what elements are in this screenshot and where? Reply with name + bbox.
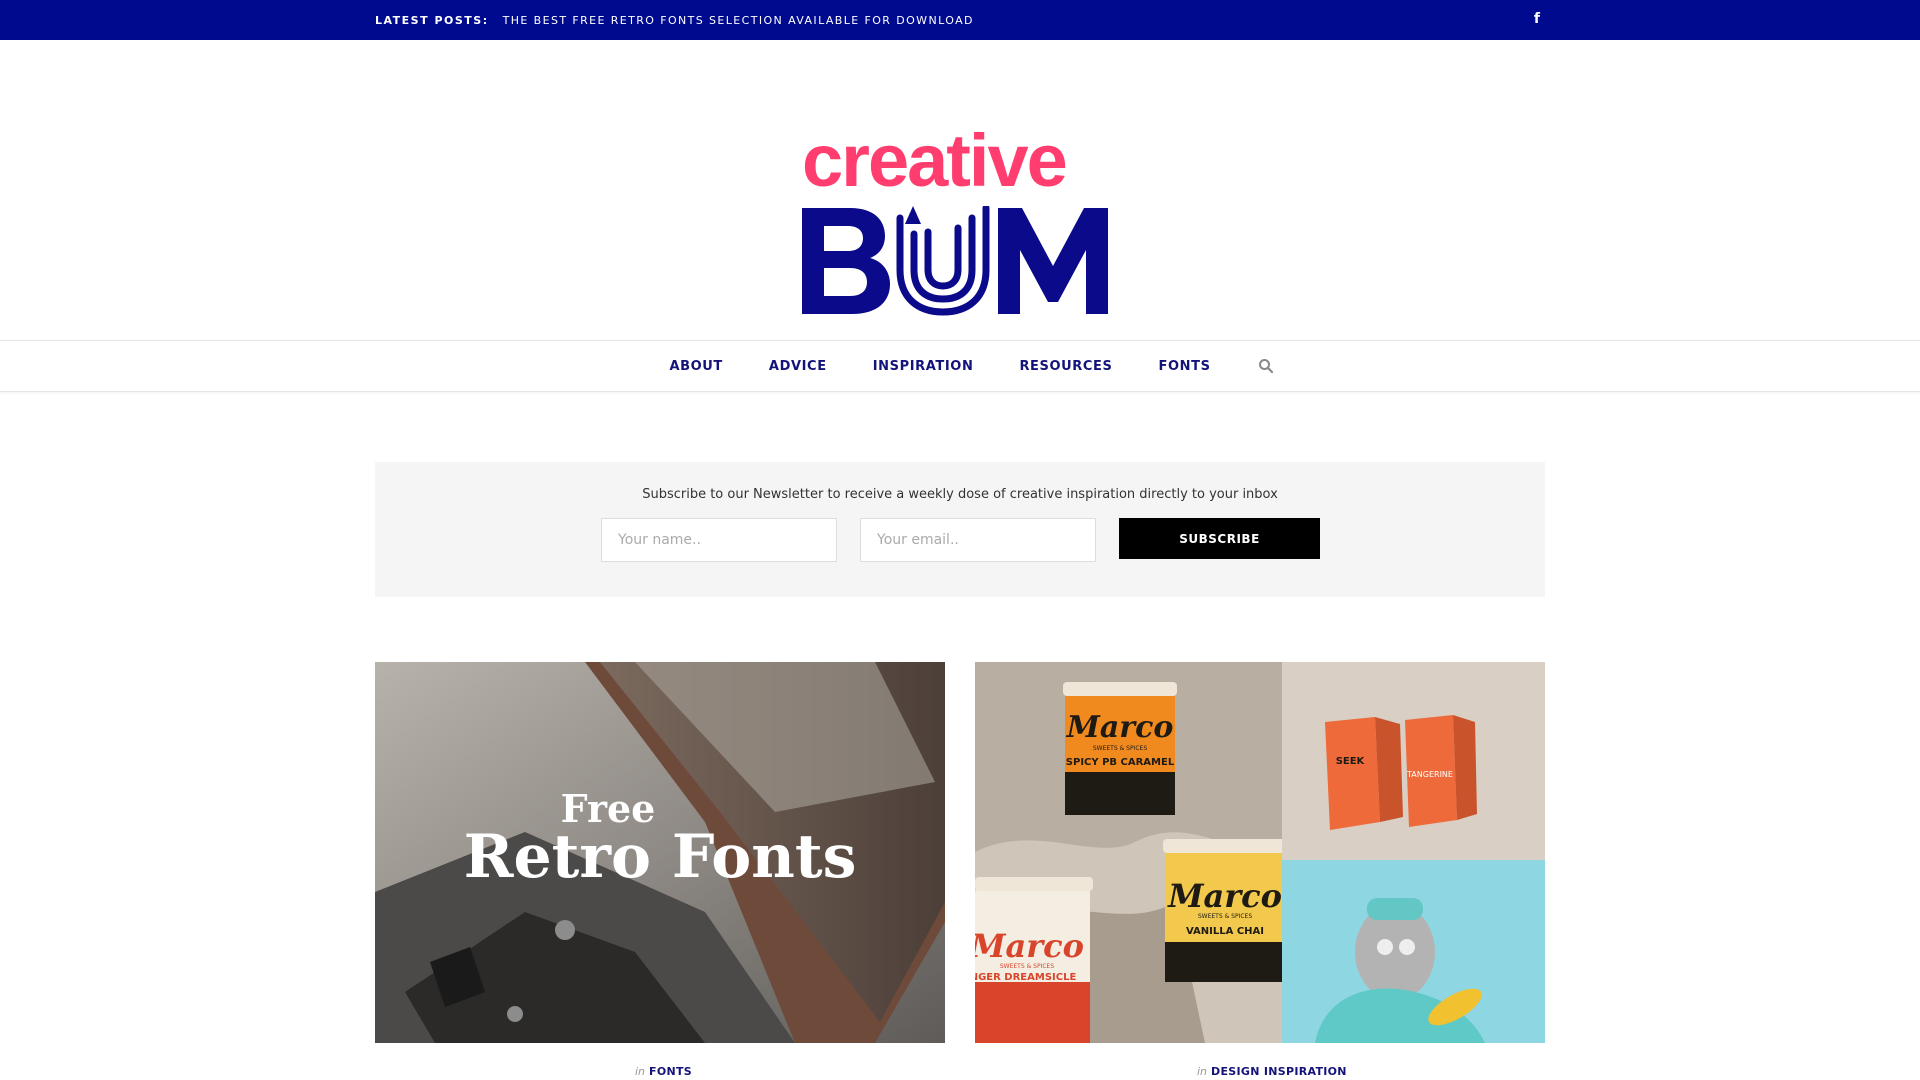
tub-flavor-3: NGER DREAMSICLE (975, 972, 1076, 983)
tub-brand-1: Marco (1066, 710, 1174, 745)
logo-creative-text: creative (802, 119, 1068, 202)
post-category-2: in DESIGN INSPIRATION (1197, 1065, 1347, 1078)
image-text-retro-fonts: Retro Fonts (464, 822, 857, 892)
latest-posts-label: Latest Posts: (375, 13, 489, 27)
newsletter-text: Subscribe to our Newsletter to receive a… (642, 487, 1278, 502)
latest-post-link[interactable]: The Best Free Retro Fonts Selection Avai… (503, 14, 974, 27)
main-nav: ABOUT ADVICE INSPIRATION RESOURCES FONTS (0, 340, 1920, 392)
tub-brand-3: Marco (975, 927, 1084, 965)
nav-item-advice[interactable]: ADVICE (769, 359, 827, 374)
category-link-design-inspiration[interactable]: DESIGN INSPIRATION (1211, 1065, 1347, 1078)
tub-flavor-2: VANILLA CHAI (1186, 926, 1264, 937)
nav-item-inspiration[interactable]: INSPIRATION (873, 359, 974, 374)
logo-bum-mark (802, 206, 1108, 316)
tub-sub-2: SWEETS & SPICES (1198, 913, 1252, 920)
site-logo[interactable]: creative (802, 124, 1122, 336)
search-icon[interactable] (1258, 358, 1274, 374)
tub-brand-2: Marco (1167, 877, 1282, 915)
nav-item-about[interactable]: ABOUT (669, 359, 722, 374)
newsletter-box: Subscribe to our Newsletter to receive a… (375, 462, 1545, 597)
tub-sub-3: SWEETS & SPICES (1000, 963, 1054, 970)
top-bar: Latest Posts: The Best Free Retro Fonts … (0, 0, 1920, 40)
carton-brand: SEEK (1336, 756, 1366, 767)
nav-item-resources[interactable]: RESOURCES (1019, 359, 1112, 374)
category-link-fonts[interactable]: FONTS (649, 1065, 692, 1078)
post-card-retro-fonts[interactable]: Free Retro Fonts (375, 662, 945, 1043)
facebook-icon[interactable]: f (1534, 11, 1540, 27)
newsletter-name-input[interactable] (601, 518, 837, 562)
top-bar-inner: Latest Posts: The Best Free Retro Fonts … (375, 0, 1545, 40)
post-image-retro-fonts: Free Retro Fonts (375, 662, 945, 1043)
subscribe-button[interactable]: SUBSCRIBE (1119, 518, 1320, 559)
post-category-1: in FONTS (635, 1065, 692, 1078)
newsletter-email-input[interactable] (860, 518, 1096, 562)
post-image-design-inspiration: Marco SWEETS & SPICES SPICY PB CARAMEL M… (975, 662, 1545, 1043)
category-in-label-1: in (635, 1065, 646, 1078)
carton-flavor: TANGERINE (1406, 770, 1453, 779)
site-header: creative (0, 40, 1920, 340)
category-in-label-2: in (1197, 1065, 1208, 1078)
nav-item-fonts[interactable]: FONTS (1159, 359, 1211, 374)
post-card-design-inspiration[interactable]: Marco SWEETS & SPICES SPICY PB CARAMEL M… (975, 662, 1545, 1043)
tub-flavor-1: SPICY PB CARAMEL (1066, 757, 1175, 768)
tub-sub-1: SWEETS & SPICES (1093, 745, 1147, 752)
